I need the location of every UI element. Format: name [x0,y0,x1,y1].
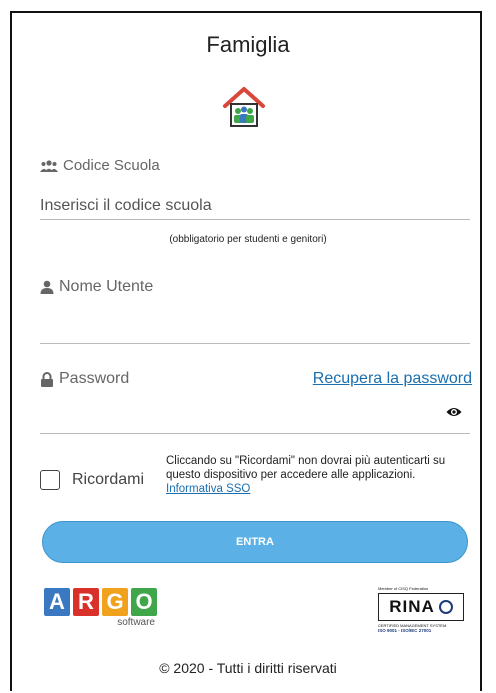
eye-icon[interactable] [446,406,462,418]
copyright: © 2020 - Tutti i diritti riservati [159,660,337,676]
school-code-field[interactable] [40,192,470,220]
cisq-circle-icon [438,600,453,614]
sso-note: Cliccando su "Ricordami" non dovrai più … [166,454,472,496]
house-family-icon [223,87,265,127]
username-label-row: Nome Utente [40,278,153,296]
user-icon [40,280,54,294]
remember-label: Ricordami [72,471,145,488]
username-field[interactable] [40,316,470,344]
users-icon [40,159,58,172]
remember-checkbox[interactable] [40,470,60,490]
recover-password-link[interactable]: Recupera la password [313,370,472,388]
enter-button[interactable]: ENTRA [42,521,468,563]
school-code-label-row: Codice Scuola [40,157,160,174]
argo-logo: A R G O software [44,588,157,628]
rina-certification-logo: Member of CISQ Federation RINA CERTIFIED… [378,586,474,633]
school-code-hint: (obbligatorio per studenti e genitori) [169,234,327,245]
rina-name: RINA [389,597,435,616]
remember-me[interactable]: Ricordami [40,470,144,490]
username-input[interactable] [40,321,470,339]
password-field[interactable] [40,406,470,434]
sso-info-link[interactable]: Informativa SSO [166,483,250,495]
password-label: Password [59,370,130,387]
school-code-label: Codice Scuola [63,157,160,174]
password-label-row: Password [40,370,129,388]
rina-mark: RINA [378,593,464,621]
argo-subtitle: software [117,617,155,628]
argo-tiles: A R G O [44,588,157,616]
rina-top-text: Member of CISQ Federation [378,586,429,591]
argo-tile: A [44,588,70,616]
argo-tile: G [102,588,128,616]
username-label: Nome Utente [59,278,154,295]
argo-tile: R [73,588,99,616]
school-code-input[interactable] [40,197,470,215]
page-title: Famiglia [206,32,290,57]
rina-bottom-text-2: ISO 9001 - ISO/IEC 27001 [378,628,432,633]
lock-icon [41,371,53,387]
sso-note-text: Cliccando su "Ricordami" non dovrai più … [166,455,446,481]
password-input[interactable] [40,411,470,429]
argo-tile: O [131,588,157,616]
